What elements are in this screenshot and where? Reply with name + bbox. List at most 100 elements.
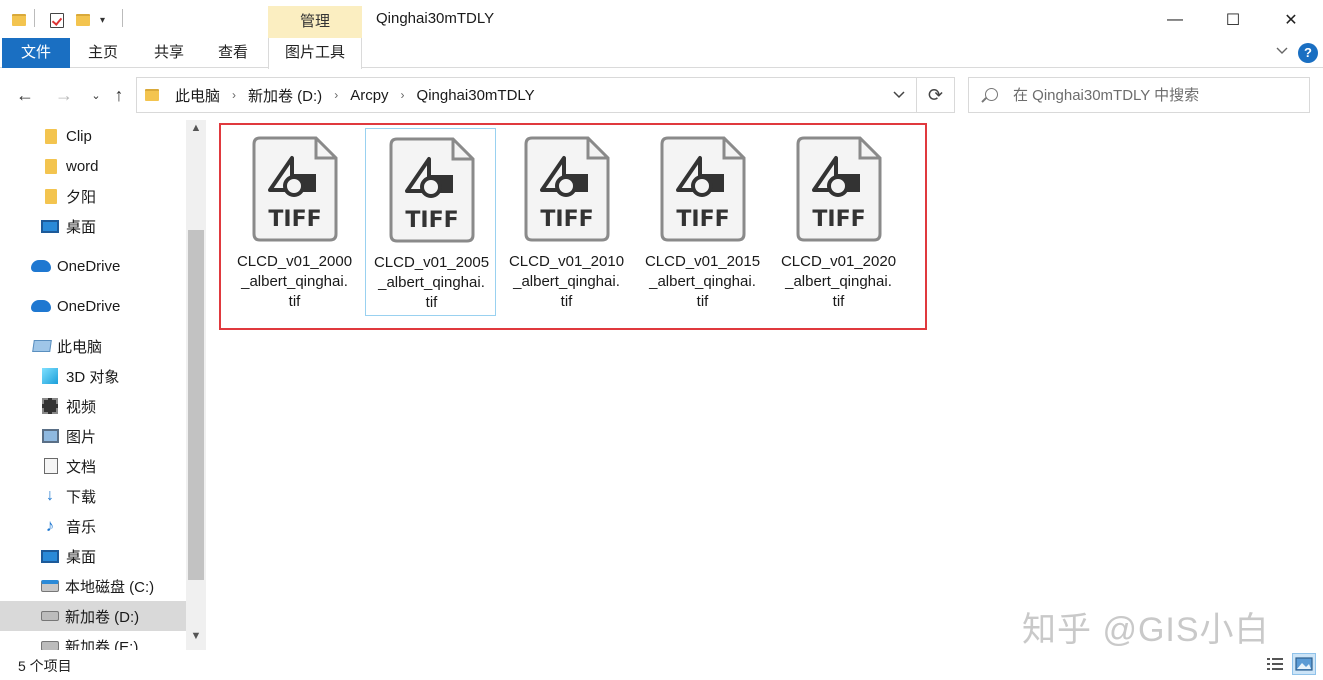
tab-view[interactable]: 查看	[210, 38, 256, 68]
sidebar-item-word[interactable]: word	[0, 151, 186, 181]
file-name: CLCD_v01_2005_albert_qinghai.tif	[366, 253, 497, 313]
quick-access-divider	[122, 9, 123, 27]
item-count: 5 个项目	[18, 656, 72, 676]
tiff-file-icon: TIFF	[658, 134, 748, 244]
large-icons-view-icon[interactable]	[1292, 653, 1316, 675]
sidebar-item-desktop-2[interactable]: 桌面	[0, 541, 186, 571]
address-row: ← → ⌄ ↑ 此电脑 › 新加卷 (D:) › Arcpy › Qinghai…	[0, 69, 1323, 119]
breadcrumb-this-pc[interactable]: 此电脑	[171, 85, 224, 106]
file-name: CLCD_v01_2015_albert_qinghai.tif	[637, 252, 768, 312]
sidebar-item-videos[interactable]: 视频	[0, 391, 186, 421]
tiff-badge: TIFF	[812, 207, 865, 232]
new-folder-icon[interactable]	[76, 10, 90, 30]
customize-toolbar-icon[interactable]: ▾	[100, 10, 105, 30]
refresh-button[interactable]: ⟳	[917, 77, 955, 113]
close-button[interactable]: ✕	[1268, 6, 1314, 34]
sidebar-item-onedrive-2[interactable]: OneDrive	[0, 291, 186, 321]
sidebar-item-3d-objects[interactable]: 3D 对象	[0, 361, 186, 391]
help-icon[interactable]: ?	[1298, 43, 1318, 63]
onedrive-icon	[31, 300, 51, 312]
up-button[interactable]: ↑	[107, 83, 131, 107]
minimize-button[interactable]: —	[1152, 6, 1198, 34]
watermark: 知乎 @GIS小白	[1022, 602, 1270, 651]
file-item[interactable]: TIFF CLCD_v01_2020_albert_qinghai.tif	[773, 128, 904, 316]
breadcrumb-chevron-icon[interactable]: ›	[393, 88, 413, 102]
navigation-pane: Clip word 夕阳 桌面 OneDrive OneDrive 此电脑 3D…	[0, 120, 206, 650]
breadcrumb-current-folder[interactable]: Qinghai30mTDLY	[413, 87, 539, 104]
sidebar-item-drive-e[interactable]: 新加卷 (E:)	[0, 631, 186, 650]
tab-file[interactable]: 文件	[2, 38, 70, 68]
forward-button[interactable]: →	[52, 83, 76, 107]
3d-objects-icon	[42, 368, 58, 384]
file-list: TIFF CLCD_v01_2000_albert_qinghai.tif TI…	[206, 120, 1323, 650]
file-item[interactable]: TIFF CLCD_v01_2015_albert_qinghai.tif	[637, 128, 768, 316]
file-item[interactable]: TIFF CLCD_v01_2000_albert_qinghai.tif	[229, 128, 360, 316]
breadcrumb-chevron-icon[interactable]: ›	[326, 88, 346, 102]
sidebar-item-clip[interactable]: Clip	[0, 121, 186, 151]
address-bar[interactable]: 此电脑 › 新加卷 (D:) › Arcpy › Qinghai30mTDLY	[136, 77, 917, 113]
search-input[interactable]	[1013, 78, 1303, 112]
tab-manage[interactable]: 管理	[268, 6, 362, 38]
breadcrumb-arcpy[interactable]: Arcpy	[346, 87, 392, 104]
scrollbar-thumb[interactable]	[188, 230, 204, 580]
tiff-badge: TIFF	[405, 208, 458, 233]
drive-c-icon	[41, 580, 59, 592]
sidebar-item-downloads[interactable]: ↓下载	[0, 481, 186, 511]
downloads-icon: ↓	[42, 488, 58, 504]
tab-share[interactable]: 共享	[146, 38, 192, 68]
breadcrumb-drive-d[interactable]: 新加卷 (D:)	[244, 85, 326, 106]
tiff-badge: TIFF	[676, 207, 729, 232]
tiff-file-icon: TIFF	[387, 135, 477, 245]
address-dropdown-icon[interactable]	[892, 87, 906, 101]
tiff-file-icon: TIFF	[250, 134, 340, 244]
expand-ribbon-icon[interactable]	[1276, 44, 1288, 56]
tab-picture-tools[interactable]: 图片工具	[268, 38, 362, 69]
drive-icon	[41, 611, 59, 621]
pictures-icon	[42, 429, 59, 443]
tiff-badge: TIFF	[268, 207, 321, 232]
recent-locations-button[interactable]: ⌄	[84, 83, 108, 107]
desktop-icon	[41, 220, 59, 233]
sidebar-item-drive-d[interactable]: 新加卷 (D:)	[0, 601, 186, 631]
status-bar: 5 个项目	[0, 650, 1323, 680]
scroll-down-arrow-icon[interactable]: ▼	[186, 630, 206, 646]
sidebar-item-onedrive[interactable]: OneDrive	[0, 251, 186, 281]
search-box[interactable]	[968, 77, 1310, 113]
folder-icon	[45, 189, 57, 204]
maximize-button[interactable]: ☐	[1210, 6, 1256, 34]
folder-icon	[45, 129, 57, 144]
this-pc-icon	[32, 340, 52, 352]
back-button[interactable]: ←	[13, 83, 37, 107]
quick-access-folder-icon[interactable]	[12, 10, 26, 30]
details-view-icon[interactable]	[1266, 656, 1284, 672]
folder-icon	[145, 89, 159, 101]
tiff-badge: TIFF	[540, 207, 593, 232]
video-icon	[42, 398, 58, 414]
window-title: Qinghai30mTDLY	[376, 10, 494, 27]
properties-icon[interactable]	[50, 10, 64, 30]
tiff-file-icon: TIFF	[522, 134, 612, 244]
drive-icon	[41, 641, 59, 650]
onedrive-icon	[31, 260, 51, 272]
sidebar-item-music[interactable]: ♪音乐	[0, 511, 186, 541]
file-item[interactable]: TIFF CLCD_v01_2010_albert_qinghai.tif	[501, 128, 632, 316]
quick-access-divider	[34, 9, 35, 27]
tiff-file-icon: TIFF	[794, 134, 884, 244]
file-name: CLCD_v01_2010_albert_qinghai.tif	[501, 252, 632, 312]
documents-icon	[44, 458, 58, 474]
file-item-focused[interactable]: TIFF CLCD_v01_2005_albert_qinghai.tif	[365, 128, 496, 316]
file-name: CLCD_v01_2000_albert_qinghai.tif	[229, 252, 360, 312]
sidebar-item-this-pc[interactable]: 此电脑	[0, 331, 186, 361]
sidebar-item-desktop[interactable]: 桌面	[0, 211, 186, 241]
scroll-up-arrow-icon[interactable]: ▲	[186, 122, 206, 138]
desktop-icon	[41, 550, 59, 563]
tab-home[interactable]: 主页	[80, 38, 126, 68]
folder-icon	[45, 159, 57, 174]
title-bar: ▾ 管理 Qinghai30mTDLY — ☐ ✕	[0, 0, 1323, 38]
breadcrumb-chevron-icon[interactable]: ›	[224, 88, 244, 102]
sidebar-item-documents[interactable]: 文档	[0, 451, 186, 481]
sidebar-item-pictures[interactable]: 图片	[0, 421, 186, 451]
sidebar-item-sunset[interactable]: 夕阳	[0, 181, 186, 211]
file-name: CLCD_v01_2020_albert_qinghai.tif	[773, 252, 904, 312]
sidebar-item-drive-c[interactable]: 本地磁盘 (C:)	[0, 571, 186, 601]
